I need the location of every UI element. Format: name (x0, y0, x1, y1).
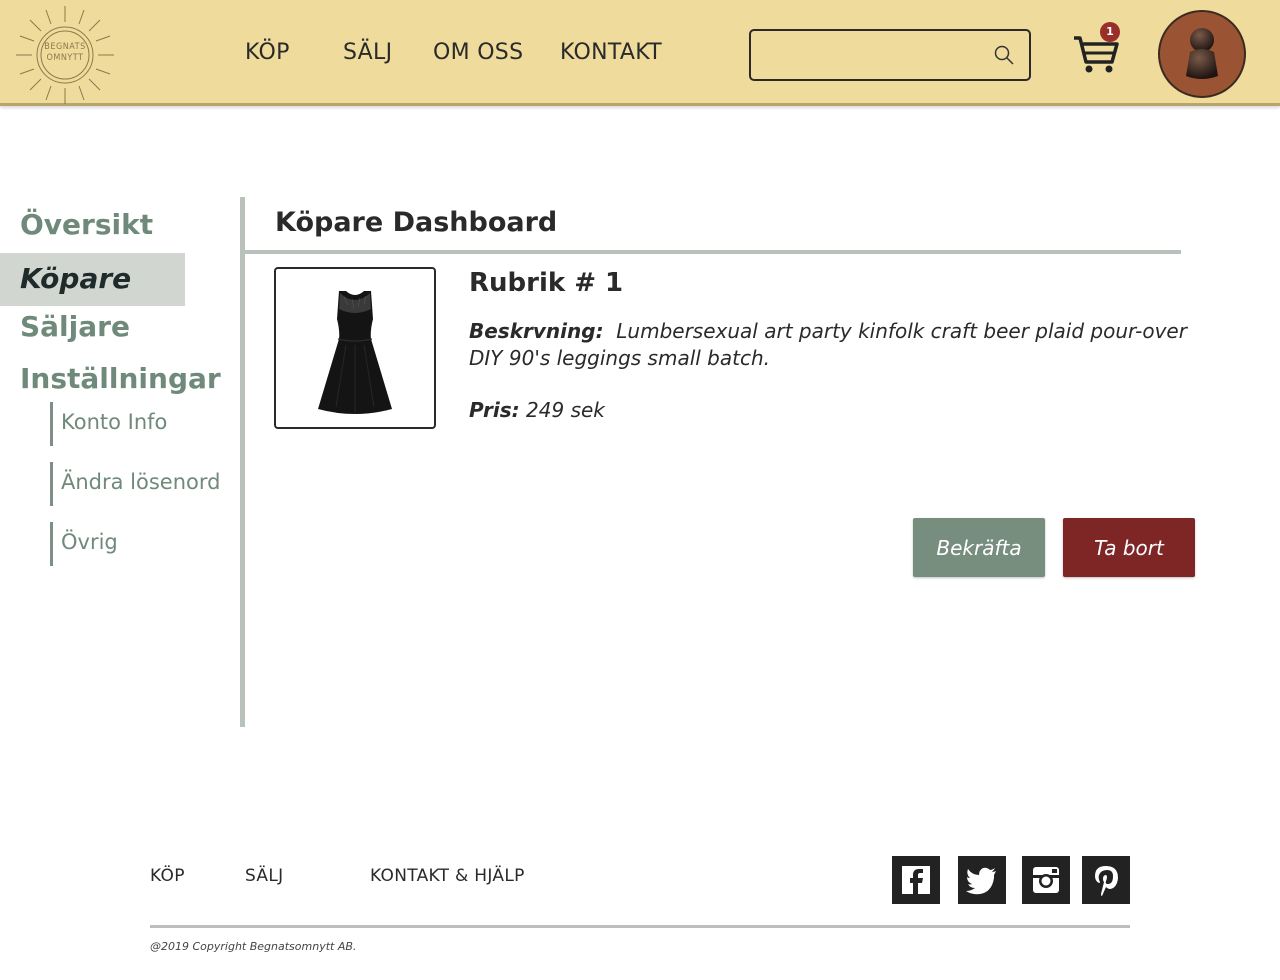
sidebar-subitem-andra-losenord[interactable]: Ändra lösenord (50, 462, 225, 506)
cart-count-badge: 1 (1100, 22, 1120, 42)
sidebar-item-kopare-label: Köpare (20, 262, 132, 295)
footer-divider (150, 925, 1130, 928)
price-label: Pris: (469, 398, 520, 422)
title-rule (245, 250, 1181, 254)
sidebar-subitem-label: Ändra lösenord (61, 470, 221, 494)
nav-salj[interactable]: SÄLJ (343, 40, 392, 65)
sidebar-item-installningar[interactable]: Inställningar (20, 362, 221, 395)
logo-text-line2: OMNYTT (46, 53, 84, 63)
black-dress-image (318, 291, 392, 414)
sidebar-subitem-label: Konto Info (61, 410, 168, 434)
instagram-icon[interactable] (1022, 856, 1070, 904)
nav-kontakt[interactable]: KONTAKT (560, 40, 662, 65)
main-divider (240, 197, 245, 727)
search-icon[interactable] (993, 44, 1015, 66)
facebook-icon[interactable] (892, 856, 940, 904)
footer-link-salj[interactable]: SÄLJ (245, 866, 283, 886)
description-label: Beskrvning: (469, 319, 604, 343)
footer-link-kontakt-hjalp[interactable]: KONTAKT & HJÄLP (370, 866, 525, 886)
sidebar-item-saljare[interactable]: Säljare (20, 310, 130, 343)
price-value: 249 sek (526, 398, 605, 422)
sidebar-item-kopare[interactable]: Köpare (0, 253, 185, 306)
copyright-text: @2019 Copyright Begnatsomnytt AB. (150, 940, 357, 953)
nav-om-oss[interactable]: OM OSS (433, 40, 523, 65)
sidebar-subitem-konto-info[interactable]: Konto Info (50, 402, 225, 446)
logo[interactable]: BEGNATS OMNYTT (14, 4, 116, 106)
product-image[interactable] (274, 267, 436, 429)
product-price: Pris: 249 sek (469, 398, 605, 422)
logo-text: BEGNATS OMNYTT (14, 42, 116, 64)
search-box[interactable] (749, 29, 1031, 81)
twitter-icon[interactable] (958, 856, 1006, 904)
logo-text-line1: BEGNATS (44, 42, 86, 52)
user-avatar-icon (1186, 28, 1218, 79)
product-title: Rubrik # 1 (469, 268, 624, 298)
sidebar-subitem-label: Övrig (61, 530, 118, 554)
sidebar-item-oversikt[interactable]: Översikt (20, 208, 153, 241)
header-bar: BEGNATS OMNYTT KÖP SÄLJ OM OSS KONTAKT 1 (0, 0, 1280, 106)
footer-link-kop[interactable]: KÖP (150, 866, 185, 886)
sidebar-subitem-ovrig[interactable]: Övrig (50, 522, 225, 566)
page-title: Köpare Dashboard (275, 207, 558, 238)
delete-button[interactable]: Ta bort (1063, 518, 1195, 577)
search-input[interactable] (759, 39, 979, 71)
nav-kop[interactable]: KÖP (245, 40, 290, 65)
pinterest-icon[interactable] (1082, 856, 1130, 904)
user-avatar[interactable] (1158, 10, 1246, 98)
product-description: Beskrvning: Lumbersexual art party kinfo… (469, 318, 1189, 372)
confirm-button[interactable]: Bekräfta (913, 518, 1045, 577)
